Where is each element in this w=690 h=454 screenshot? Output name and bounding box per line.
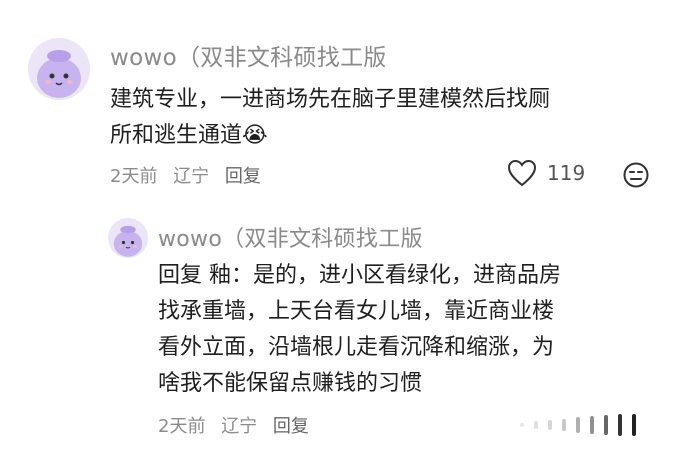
reply-text-line: 回复 釉：是的，进小区看绿化，进商品房 — [158, 263, 561, 288]
comment-username[interactable]: wowo（双非文科硕找工版 — [110, 38, 387, 72]
reply-username[interactable]: wowo（双非文科硕找工版 — [158, 221, 423, 253]
avatar-character-icon — [28, 38, 90, 100]
like-count: 119 — [547, 161, 586, 185]
crying-emoji: 😭 — [242, 123, 268, 148]
comment-text-line: 建筑专业，一进商场先在脑子里建模然后找厕 — [110, 87, 551, 112]
comment-location: 辽宁 — [173, 166, 210, 187]
comment-meta: 2天前 辽宁 回复 — [110, 162, 271, 188]
reply-meta: 2天前 辽宁 回复 — [158, 412, 319, 438]
comment-reply-button[interactable]: 回复 — [225, 166, 261, 187]
like-button[interactable]: 119 — [507, 159, 585, 187]
avatar-character-icon — [108, 218, 148, 258]
reply-text-line: 看外立面，沿墙根儿走看沉降和缩涨，为 — [158, 335, 555, 360]
comment-text-line: 所和逃生通道 — [110, 123, 243, 148]
reply-text: 回复 釉：是的，进小区看绿化，进商品房 找承重墙，上天台看女儿墙，靠近商业楼 看… — [158, 258, 658, 402]
heart-outline-icon — [507, 159, 537, 187]
reply-location: 辽宁 — [221, 416, 258, 437]
comment-avatar[interactable] — [28, 38, 90, 100]
collapse-button[interactable] — [512, 412, 642, 442]
reply-text-line: 找承重墙，上天台看女儿墙，靠近商业楼 — [158, 299, 555, 324]
reply-time: 2天前 — [158, 416, 206, 437]
comment-time: 2天前 — [110, 166, 158, 187]
comment-text: 建筑专业，一进商场先在脑子里建模然后找厕 所和逃生通道😭 — [110, 82, 670, 154]
emoji-react-button[interactable] — [622, 161, 650, 193]
neutral-face-icon — [623, 162, 649, 188]
vertical-bars-icon — [520, 414, 636, 436]
reply-reply-button[interactable]: 回复 — [273, 416, 309, 437]
reply-avatar[interactable] — [108, 218, 148, 258]
reply-text-line: 啥我不能保留点赚钱的习惯 — [158, 371, 423, 396]
